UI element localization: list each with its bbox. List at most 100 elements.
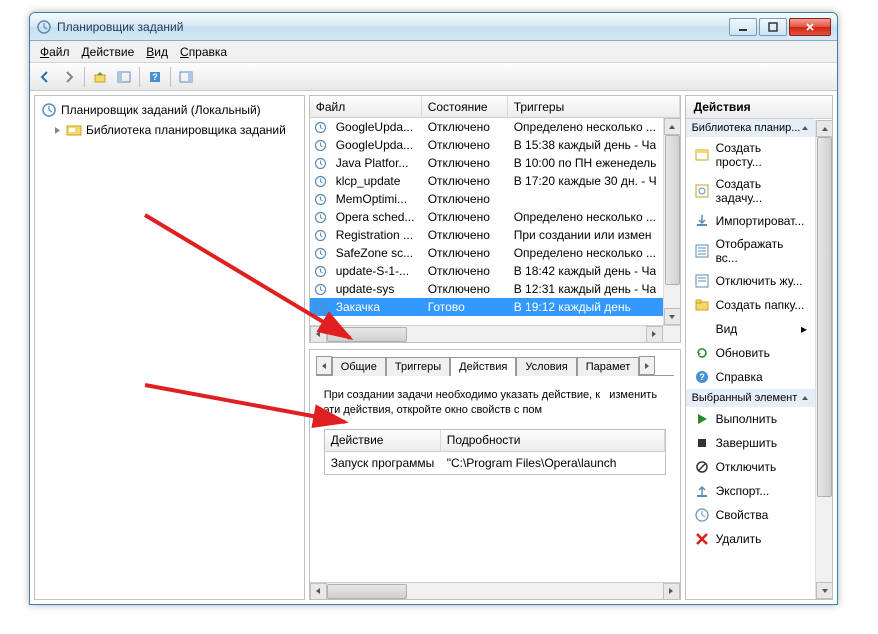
tab-bar: Общие Триггеры Действия Условия Парамет — [310, 350, 680, 375]
task-row[interactable]: update-sysОтключеноВ 12:31 каждый день -… — [310, 280, 663, 298]
action-folder[interactable]: Создать папку... — [686, 293, 815, 317]
scroll-thumb[interactable] — [665, 135, 680, 285]
scroll-down-button[interactable] — [816, 582, 833, 599]
expand-icon[interactable] — [53, 126, 62, 135]
action-label: Создать просту... — [716, 141, 807, 169]
action-wizard[interactable]: Создать просту... — [686, 137, 815, 173]
task-row[interactable]: update-S-1-...ОтключеноВ 18:42 каждый де… — [310, 262, 663, 280]
tab-actions[interactable]: Действия — [450, 357, 516, 376]
action-disable-log[interactable]: Отключить жу... — [686, 269, 815, 293]
cell-file: GoogleUpda... — [330, 138, 422, 152]
actions-section-selected[interactable]: Выбранный элемент — [686, 389, 815, 407]
action-delete[interactable]: Удалить — [686, 527, 815, 551]
menu-view[interactable]: Вид — [140, 43, 174, 61]
action-label: Справка — [716, 370, 763, 384]
actions-section-library[interactable]: Библиотека планир... — [686, 119, 815, 137]
action-run[interactable]: Выполнить — [686, 407, 815, 431]
close-button[interactable] — [789, 18, 831, 36]
action-props[interactable]: Свойства — [686, 503, 815, 527]
scroll-up-button[interactable] — [816, 120, 833, 137]
task-row[interactable]: GoogleUpda...ОтключеноОпределено несколь… — [310, 118, 663, 136]
cell-trigger: Определено несколько ... — [508, 210, 663, 224]
action-refresh[interactable]: Обновить — [686, 341, 815, 365]
panel2-button[interactable] — [175, 66, 197, 88]
help-icon: ? — [694, 369, 710, 385]
task-vertical-scrollbar[interactable] — [663, 118, 680, 325]
tree-root-label: Планировщик заданий (Локальный) — [61, 103, 261, 117]
tab-conditions[interactable]: Условия — [516, 357, 576, 376]
scroll-right-button[interactable] — [663, 583, 680, 600]
action-label: Импортироват... — [716, 214, 805, 228]
cell-file: Registration ... — [330, 228, 422, 242]
tree-root[interactable]: Планировщик заданий (Локальный) — [39, 100, 300, 120]
cell-trigger: Определено несколько ... — [508, 120, 663, 134]
cell-file: SafeZone sc... — [330, 246, 422, 260]
scroll-up-button[interactable] — [664, 118, 681, 135]
scroll-left-button[interactable] — [310, 583, 327, 600]
col-file[interactable]: Файл — [310, 96, 422, 117]
toolbar-separator — [170, 67, 171, 87]
action-list[interactable]: Отображать вс... — [686, 233, 815, 269]
tab-general[interactable]: Общие — [332, 357, 386, 376]
maximize-button[interactable] — [759, 18, 787, 36]
details-horizontal-scrollbar[interactable] — [310, 582, 680, 599]
scroll-thumb[interactable] — [817, 137, 832, 497]
col-action[interactable]: Действие — [325, 430, 441, 451]
cell-state: Отключено — [422, 264, 508, 278]
tree-child[interactable]: Библиотека планировщика заданий — [39, 120, 300, 140]
action-view[interactable]: Вид▸ — [686, 317, 815, 341]
action-disable[interactable]: Отключить — [686, 455, 815, 479]
cell-file: MemOptimi... — [330, 192, 422, 206]
hscroll-thumb[interactable] — [327, 584, 407, 599]
menu-help[interactable]: Справка — [174, 43, 233, 61]
actions-table-row[interactable]: Запуск программы "C:\Program Files\Opera… — [325, 452, 665, 474]
tab-scroll-left[interactable] — [316, 356, 332, 375]
action-export[interactable]: Экспорт... — [686, 479, 815, 503]
scroll-right-button[interactable] — [646, 326, 663, 343]
action-stop[interactable]: Завершить — [686, 431, 815, 455]
task-row[interactable]: GoogleUpda...ОтключеноВ 15:38 каждый ден… — [310, 136, 663, 154]
task-row[interactable]: Opera sched...ОтключеноОпределено нескол… — [310, 208, 663, 226]
scroll-down-button[interactable] — [664, 308, 681, 325]
action-label: Создать папку... — [716, 298, 805, 312]
tab-params[interactable]: Парамет — [577, 357, 640, 376]
hscroll-thumb[interactable] — [327, 327, 407, 342]
minimize-button[interactable] — [729, 18, 757, 36]
svg-text:?: ? — [152, 72, 158, 82]
titlebar[interactable]: Планировщик заданий — [30, 13, 837, 41]
section-label: Выбранный элемент — [692, 392, 798, 404]
tab-triggers[interactable]: Триггеры — [386, 357, 450, 376]
task-list-body[interactable]: GoogleUpda... Отключено Определено несколь… — [310, 118, 680, 325]
cell-trigger: В 18:42 каждый день - Ча — [508, 264, 663, 278]
col-detail[interactable]: Подробности — [441, 430, 665, 451]
task-horizontal-scrollbar[interactable] — [310, 325, 680, 342]
action-import[interactable]: Импортироват... — [686, 209, 815, 233]
menu-action[interactable]: Действие — [76, 43, 141, 61]
task-row[interactable]: ЗакачкаГотовоВ 19:12 каждый день — [310, 298, 663, 316]
actions-vertical-scrollbar[interactable] — [815, 120, 832, 599]
panel-button[interactable] — [113, 66, 135, 88]
task-row[interactable]: Registration ...ОтключеноПри создании ил… — [310, 226, 663, 244]
action-help[interactable]: ? Справка — [686, 365, 815, 389]
task-row[interactable]: Java Platfor...ОтключеноВ 10:00 по ПН еж… — [310, 154, 663, 172]
back-button[interactable] — [34, 66, 56, 88]
up-button[interactable] — [89, 66, 111, 88]
menu-file[interactable]: Файл — [34, 43, 76, 61]
task-row[interactable]: MemOptimi...Отключено — [310, 190, 663, 208]
menubar: Файл Действие Вид Справка — [30, 41, 837, 63]
col-state[interactable]: Состояние — [422, 96, 508, 117]
scroll-left-button[interactable] — [310, 326, 327, 343]
help-button[interactable]: ? — [144, 66, 166, 88]
actions-table: Действие Подробности Запуск программы "C… — [324, 429, 666, 475]
folder-icon — [694, 297, 710, 313]
action-task[interactable]: Создать задачу... — [686, 173, 815, 209]
cell-file: update-S-1-... — [330, 264, 422, 278]
task-row[interactable]: SafeZone sc...ОтключеноОпределено нескол… — [310, 244, 663, 262]
task-icon — [694, 183, 710, 199]
forward-button[interactable] — [58, 66, 80, 88]
col-triggers[interactable]: Триггеры — [508, 96, 680, 117]
action-label: Выполнить — [716, 412, 778, 426]
action-label: Отключить жу... — [716, 274, 803, 288]
task-row[interactable]: klcp_updateОтключеноВ 17:20 каждые 30 дн… — [310, 172, 663, 190]
tab-scroll-right[interactable] — [639, 356, 655, 375]
